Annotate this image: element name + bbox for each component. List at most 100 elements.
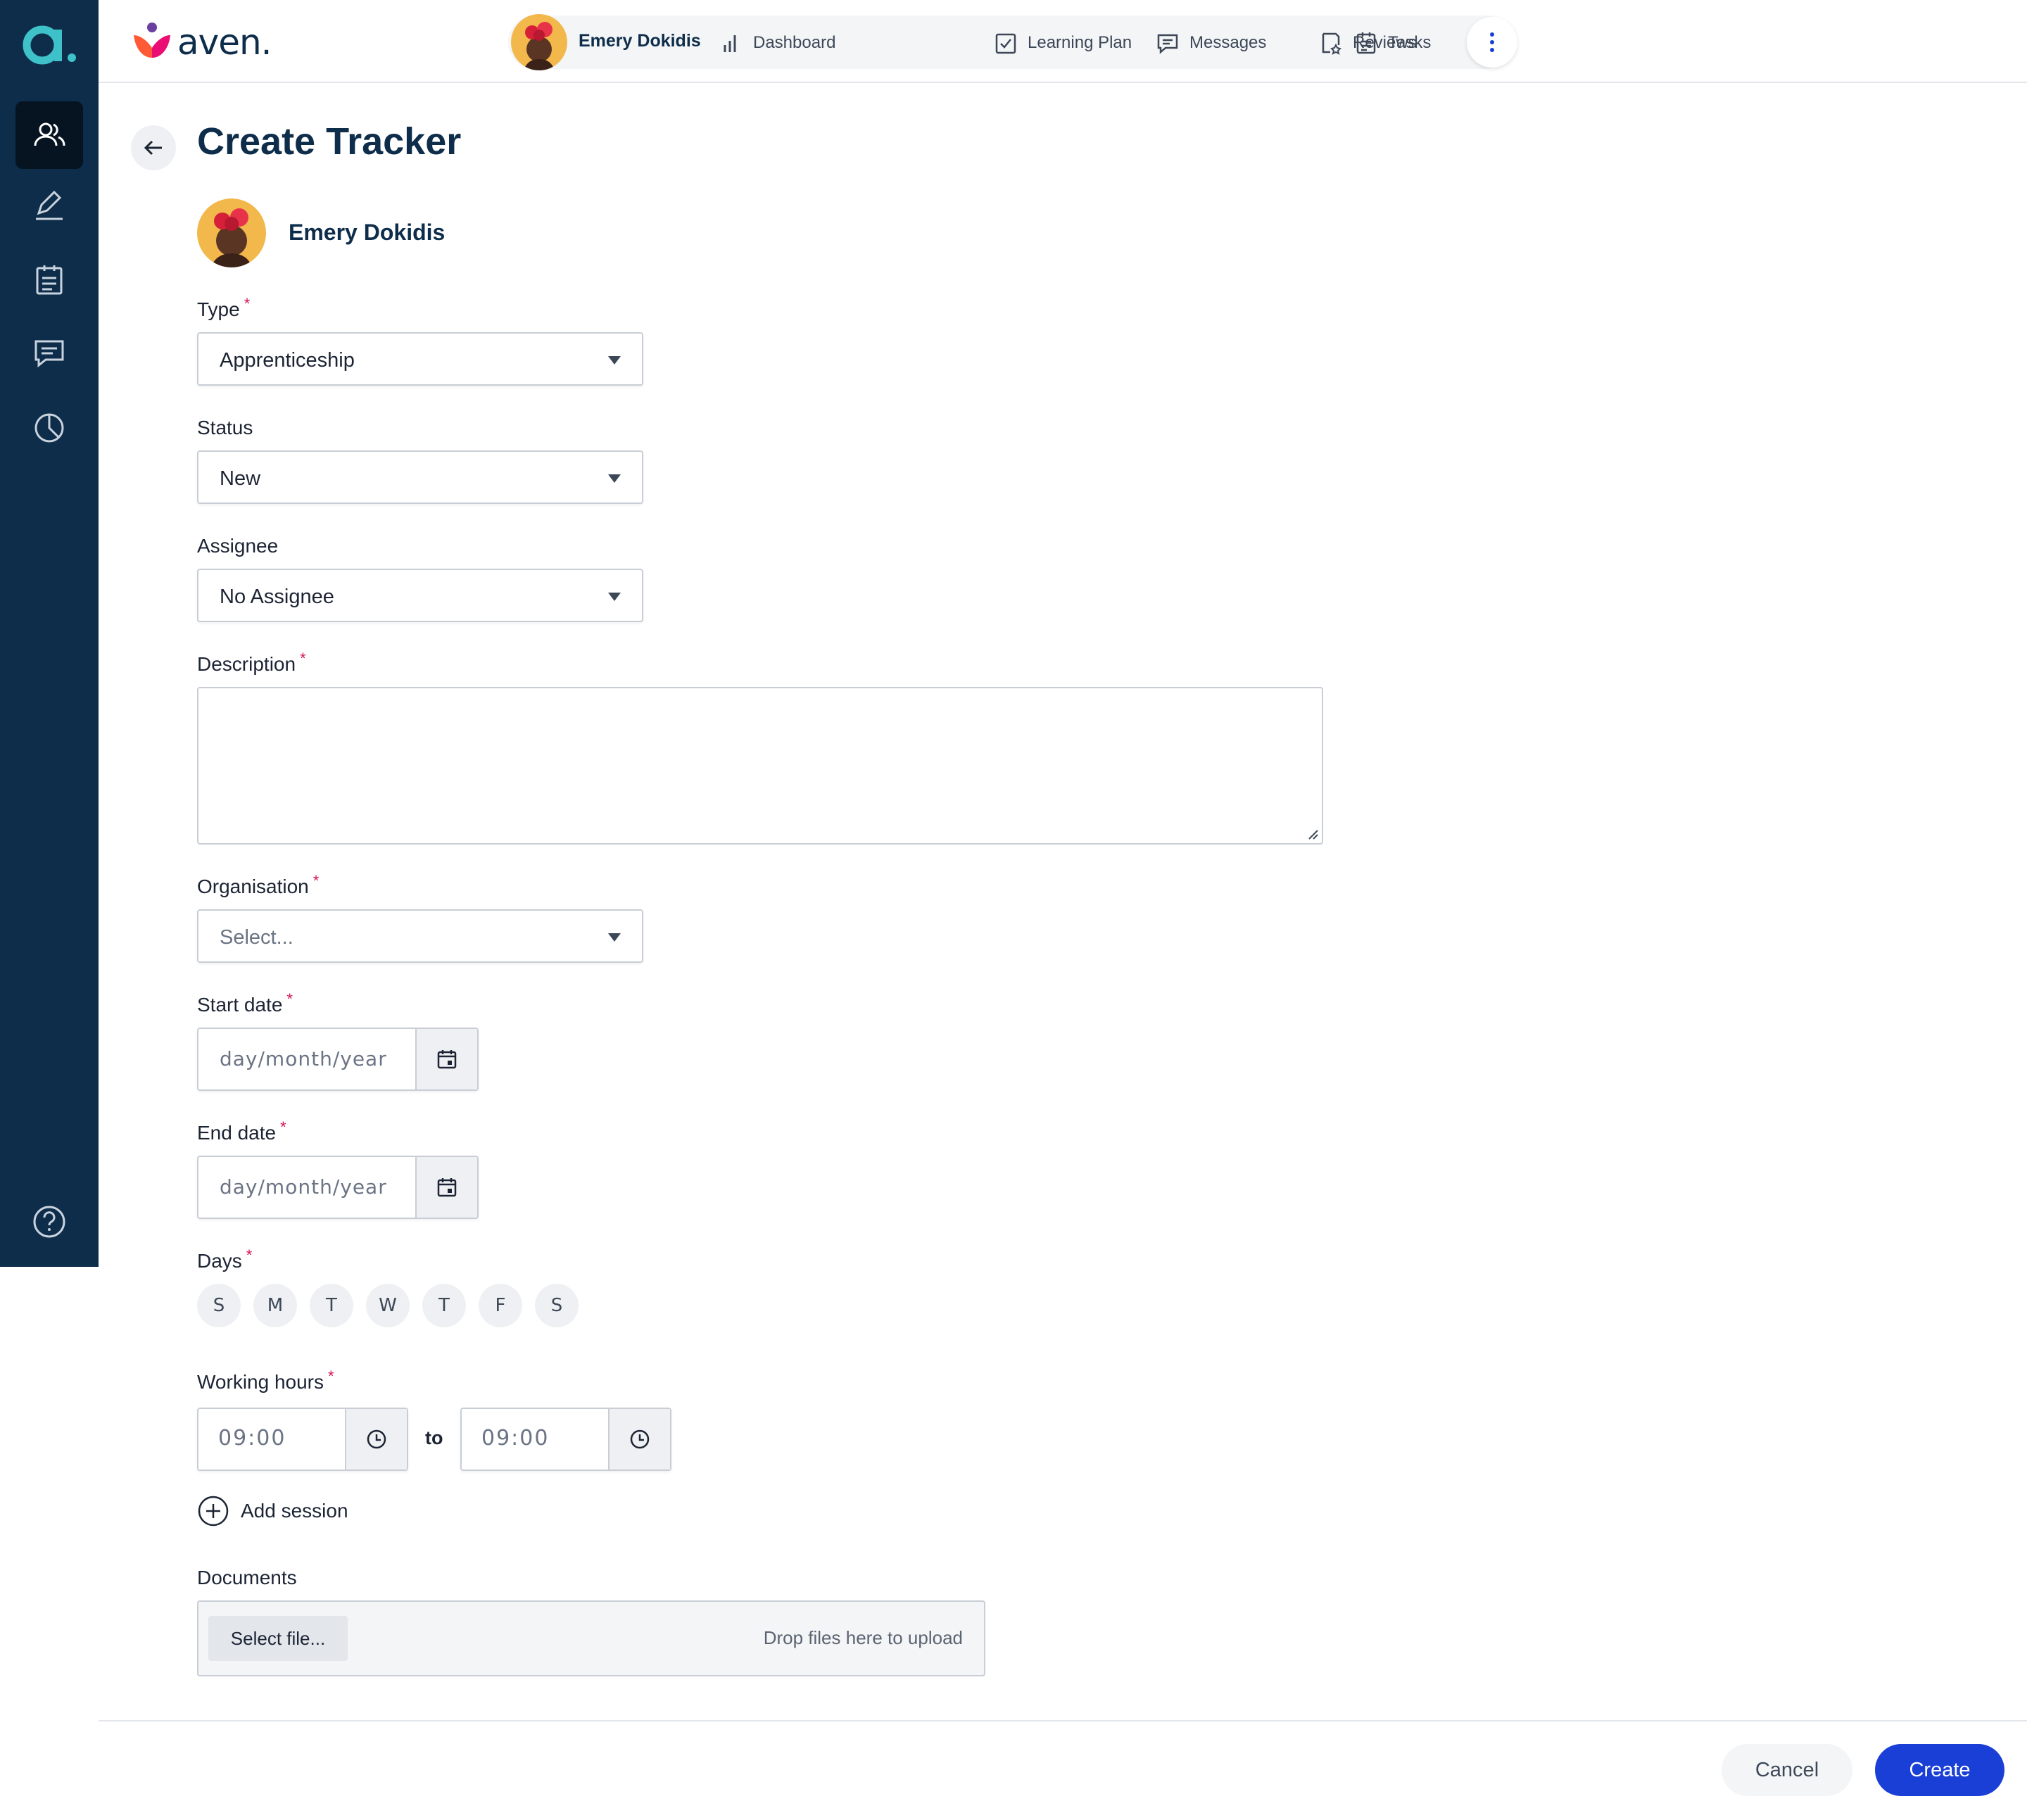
rail-clipboard-button[interactable]: [15, 246, 83, 314]
organisation-label: Organisation *: [197, 872, 319, 898]
rail-chat-button[interactable]: [15, 320, 83, 387]
nav-learning-plan-label: Learning Plan: [1028, 33, 1132, 52]
clock-icon: [367, 1429, 386, 1449]
type-select[interactable]: Apprenticeship: [197, 332, 643, 386]
working-hours-to-clock-button[interactable]: [608, 1409, 670, 1470]
status-select[interactable]: New: [197, 450, 643, 504]
message-icon: [1157, 34, 1178, 54]
people-icon: [34, 122, 65, 146]
day-sunday[interactable]: S: [197, 1284, 241, 1327]
start-date-label: Start date *: [197, 990, 293, 1016]
end-date-calendar-button[interactable]: [415, 1157, 477, 1218]
calendar-icon: [437, 1178, 457, 1197]
end-date-label: End date *: [197, 1118, 286, 1144]
bar-chart-icon: [724, 35, 736, 52]
day-thursday[interactable]: T: [422, 1284, 466, 1327]
working-hours-label: Working hours *: [197, 1367, 334, 1394]
end-date-input[interactable]: day/month/year: [197, 1156, 479, 1219]
nav-messages-label: Messages: [1189, 33, 1267, 52]
description-textarea[interactable]: [197, 687, 1323, 845]
more-options-button[interactable]: [1467, 17, 1517, 68]
nav-dashboard-label: Dashboard: [753, 33, 836, 52]
learner-avatar: [197, 198, 266, 267]
assignee-select[interactable]: No Assignee: [197, 569, 643, 622]
rail-signature-button[interactable]: [15, 172, 83, 239]
working-hours-label-text: Working hours: [197, 1371, 324, 1393]
days-label-text: Days: [197, 1250, 242, 1272]
learner-name: Emery Dokidis: [289, 220, 446, 245]
tasks-clipboard-icon: [1356, 32, 1376, 54]
required-marker: *: [244, 295, 251, 312]
create-button[interactable]: Create: [1875, 1744, 2004, 1796]
nav-tasks-label: Tasks: [1388, 33, 1432, 52]
start-date-label-text: Start date: [197, 994, 283, 1016]
aven-brand[interactable]: aven.: [131, 21, 272, 63]
help-icon: [33, 1206, 65, 1238]
organisation-select-placeholder: Select...: [220, 926, 293, 949]
calendar-icon: [437, 1050, 457, 1069]
rail-people-button[interactable]: [15, 101, 83, 169]
type-select-value: Apprenticeship: [220, 349, 355, 372]
checkbox-icon: [995, 33, 1016, 54]
status-select-value: New: [220, 467, 261, 490]
add-session-button[interactable]: Add session: [197, 1495, 348, 1527]
day-wednesday[interactable]: W: [366, 1284, 410, 1327]
rail-reports-button[interactable]: [15, 393, 83, 460]
rail-help-button[interactable]: [15, 1188, 83, 1256]
learner-avatar-small[interactable]: [511, 14, 567, 70]
clipboard-icon: [36, 265, 63, 295]
organisation-label-text: Organisation: [197, 876, 309, 897]
more-vertical-icon: [1490, 32, 1494, 52]
day-tuesday[interactable]: T: [310, 1284, 353, 1327]
pen-signature-icon: [36, 190, 63, 220]
working-hours-to-input[interactable]: 09:00: [460, 1408, 671, 1471]
type-label: Type *: [197, 295, 251, 321]
required-marker: *: [280, 1118, 286, 1136]
working-hours-from-input[interactable]: 09:00: [197, 1408, 408, 1471]
select-file-button[interactable]: Select file...: [208, 1616, 348, 1661]
aven-logo-icon: [134, 23, 170, 58]
back-button[interactable]: [131, 125, 176, 170]
caret-down-icon: [608, 474, 621, 483]
assignee-label: Assignee: [197, 535, 278, 557]
learner-name-nav[interactable]: Emery Dokidis: [579, 31, 701, 51]
plus-circle-icon: [198, 1496, 229, 1527]
aven-rail-logo[interactable]: [21, 18, 77, 68]
working-hours-from-clock-button[interactable]: [345, 1409, 407, 1470]
top-bar: aven. Emery Dokidis Dashboard Learning P…: [99, 0, 2027, 83]
day-saturday[interactable]: S: [535, 1284, 579, 1327]
day-friday[interactable]: F: [479, 1284, 522, 1327]
page-title: Create Tracker: [197, 120, 462, 163]
resize-handle-icon[interactable]: [1306, 828, 1319, 840]
organisation-select[interactable]: Select...: [197, 909, 643, 963]
nav-messages[interactable]: Messages: [1156, 31, 1266, 55]
footer-divider: [99, 1720, 2027, 1721]
description-label: Description *: [197, 650, 306, 676]
nav-dashboard[interactable]: Dashboard: [719, 31, 835, 55]
working-hours-from-value: 09:00: [218, 1426, 286, 1451]
add-session-label: Add session: [241, 1500, 348, 1522]
end-date-placeholder: day/month/year: [220, 1175, 387, 1199]
type-label-text: Type: [197, 298, 240, 320]
documents-dropzone[interactable]: Select file... Drop files here to upload: [197, 1600, 985, 1676]
start-date-placeholder: day/month/year: [220, 1047, 387, 1070]
end-date-label-text: End date: [197, 1122, 277, 1144]
start-date-calendar-button[interactable]: [415, 1029, 477, 1089]
documents-label-text: Documents: [197, 1567, 297, 1588]
nav-tasks[interactable]: Tasks: [1354, 31, 1431, 55]
arrow-left-icon: [144, 140, 162, 156]
clock-icon: [630, 1429, 650, 1449]
description-label-text: Description: [197, 653, 296, 675]
documents-label: Documents: [197, 1567, 297, 1589]
required-marker: *: [286, 990, 293, 1008]
day-monday[interactable]: M: [253, 1284, 297, 1327]
start-date-input[interactable]: day/month/year: [197, 1028, 479, 1091]
required-marker: *: [300, 650, 306, 667]
required-marker: *: [312, 872, 320, 890]
days-picker: S M T W T F S: [197, 1284, 591, 1327]
working-hours-to-label: to: [425, 1427, 443, 1448]
nav-learning-plan[interactable]: Learning Plan: [994, 31, 1132, 55]
cancel-button[interactable]: Cancel: [1722, 1744, 1852, 1796]
caret-down-icon: [608, 356, 621, 365]
caret-down-icon: [608, 933, 621, 942]
